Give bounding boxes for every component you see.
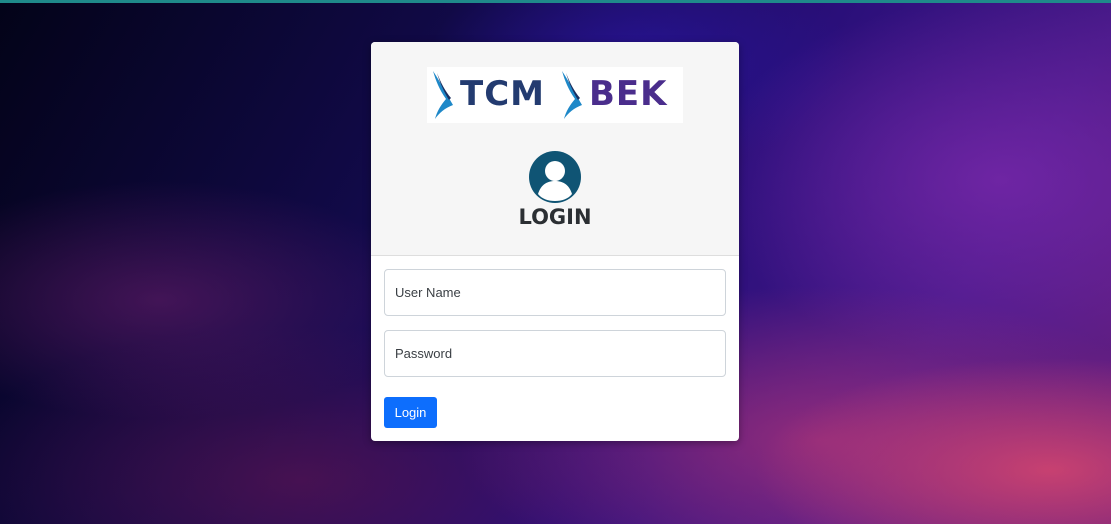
user-circle-icon	[529, 151, 581, 203]
brand-logo: TCM BEK	[427, 67, 683, 123]
login-card: TCM BEK LOGIN Login	[371, 42, 739, 441]
swoosh-icon	[562, 71, 582, 119]
brand-word-tcm: TCM	[460, 74, 545, 114]
username-input[interactable]	[384, 269, 726, 316]
swoosh-icon	[433, 71, 453, 119]
login-form: Login	[371, 256, 739, 441]
login-card-header: TCM BEK LOGIN	[371, 42, 739, 256]
password-input[interactable]	[384, 330, 726, 377]
brand-word-bek: BEK	[589, 74, 668, 114]
login-button[interactable]: Login	[384, 397, 437, 428]
top-border-strip	[0, 0, 1111, 3]
login-title: LOGIN	[518, 205, 592, 229]
